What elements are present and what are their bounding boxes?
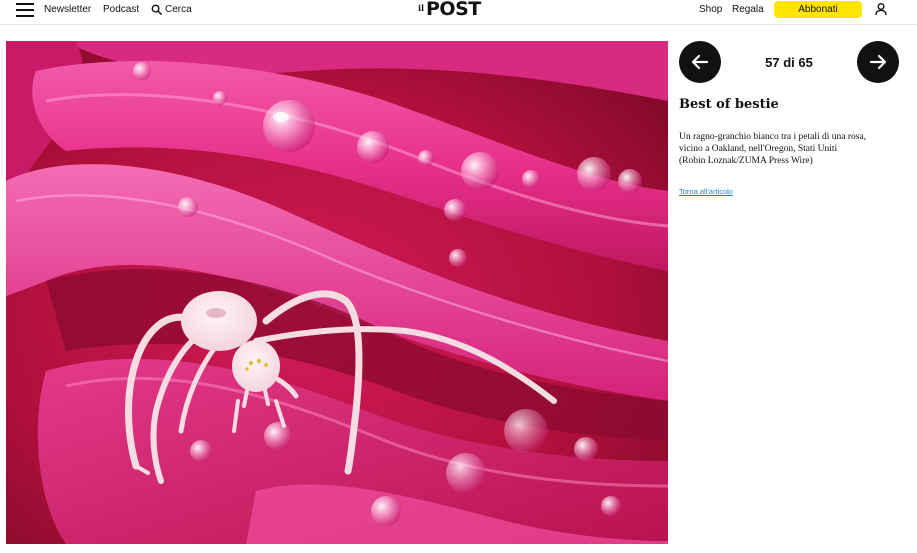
nav-shop-link[interactable]: Shop: [699, 4, 722, 15]
nav-regala-link[interactable]: Regala: [732, 4, 764, 15]
previous-photo-button[interactable]: [679, 41, 721, 83]
search-icon[interactable]: [151, 4, 162, 15]
caption-line: Un ragno-granchio bianco tra i petali di…: [679, 132, 867, 142]
caption-line: vicino a Oakland, nell'Oregon, Stati Uni…: [679, 144, 838, 154]
gallery-photo[interactable]: [6, 41, 668, 544]
subscribe-button[interactable]: Abbonati: [774, 1, 862, 18]
hamburger-menu-icon[interactable]: [16, 3, 34, 17]
arrow-right-icon: [869, 54, 887, 70]
spider-on-rose-image: [6, 41, 668, 544]
nav-podcast-link[interactable]: Podcast: [103, 4, 139, 15]
site-logo[interactable]: il POST: [418, 0, 490, 22]
logo-il-text: il: [418, 3, 425, 13]
photo-counter: 57 di 65: [765, 55, 813, 70]
search-link[interactable]: Cerca: [165, 4, 192, 15]
nav-newsletter-link[interactable]: Newsletter: [44, 4, 91, 15]
back-to-article-link[interactable]: Torna all'articolo: [679, 187, 733, 196]
caption-credit: (Robin Loznak/ZUMA Press Wire): [679, 156, 813, 166]
next-photo-button[interactable]: [857, 41, 899, 83]
photo-caption: Un ragno-granchio bianco tra i petali di…: [679, 131, 904, 167]
gallery-title: Best of bestie: [679, 97, 779, 112]
site-header: Newsletter Podcast Cerca il POST Shop Re…: [0, 0, 917, 25]
user-icon[interactable]: [874, 2, 888, 16]
arrow-left-icon: [691, 54, 709, 70]
logo-post-text: POST: [426, 0, 481, 20]
